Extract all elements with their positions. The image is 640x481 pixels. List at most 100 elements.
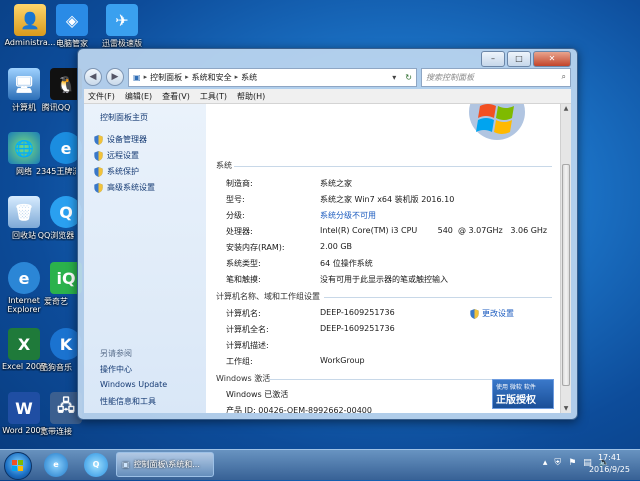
computer-description-row: 计算机描述:: [226, 340, 320, 351]
address-dropdown-icon[interactable]: ▾: [392, 73, 396, 82]
start-button[interactable]: [4, 452, 32, 480]
device-manager-label: 设备管理器: [107, 135, 147, 144]
processor-row: 处理器: Intel(R) Core(TM) i3 CPU 540 @ 3.07…: [226, 226, 547, 237]
workgroup-value: WorkGroup: [320, 356, 365, 365]
model-row: 型号: 系统之家 Win7 x64 装机版 2016.10: [226, 194, 454, 205]
back-button[interactable]: ◀: [84, 68, 102, 86]
shield-tray-icon[interactable]: ⛨: [554, 458, 561, 468]
maximize-button[interactable]: □: [507, 51, 531, 67]
windows-logo-icon: [469, 104, 525, 140]
menu-edit[interactable]: 编辑(E): [125, 91, 152, 102]
address-row: ◀ ▶ ▣ ▸ 控制面板 ▸ 系统和安全 ▸ 系统 ▾ ↻ 搜索控制面板 ⌕: [84, 67, 571, 87]
vertical-scrollbar[interactable]: ▲ ▼: [560, 104, 571, 413]
uac-shield-icon: [94, 166, 103, 177]
model-value: 系统之家 Win7 x64 装机版 2016.10: [320, 195, 455, 204]
address-bar[interactable]: ▣ ▸ 控制面板 ▸ 系统和安全 ▸ 系统 ▾ ↻: [128, 67, 417, 87]
system-section-title: 系统: [216, 161, 232, 170]
search-placeholder: 搜索控制面板: [426, 72, 474, 82]
processor-label: 处理器:: [226, 227, 253, 236]
taskbar-control-panel-task[interactable]: ▣ 控制面板\系统和...: [116, 452, 214, 477]
back-arrow-icon: ◀: [89, 72, 97, 82]
breadcrumb-system[interactable]: 系统: [241, 72, 257, 83]
control-panel-icon: ▣: [122, 460, 130, 469]
bird-icon: ✈: [106, 4, 138, 36]
computer-description-label: 计算机描述:: [226, 341, 269, 350]
device-manager-link[interactable]: 设备管理器: [94, 134, 147, 145]
forward-button[interactable]: ▶: [106, 68, 124, 86]
breadcrumb-control-panel[interactable]: 控制面板: [150, 72, 182, 83]
left-pane: 控制面板主页 设备管理器 远程设置 系统保护 高级系统设置 另请参阅 操作中心 …: [84, 104, 206, 413]
ie-icon: e: [53, 460, 59, 469]
taskbar-qq-browser-pin[interactable]: Q: [84, 453, 108, 477]
section-divider: [324, 297, 552, 298]
breadcrumb-system-security[interactable]: 系统和安全: [192, 72, 232, 83]
window-content: 控制面板主页 设备管理器 远程设置 系统保护 高级系统设置 另请参阅 操作中心 …: [84, 104, 571, 413]
rating-link[interactable]: 系统分级不可用: [320, 210, 376, 221]
remote-settings-label: 远程设置: [107, 151, 139, 160]
menu-tools[interactable]: 工具(T): [200, 91, 227, 102]
breadcrumb-separator: ▸: [234, 73, 239, 81]
search-input[interactable]: 搜索控制面板 ⌕: [421, 67, 571, 87]
scrollbar-thumb[interactable]: [562, 164, 570, 386]
full-computer-name-value: DEEP-1609251736: [320, 324, 395, 333]
desktop-icon-label: 酷狗音乐: [40, 363, 72, 372]
activation-status: Windows 已激活: [226, 390, 289, 399]
minimize-button[interactable]: –: [481, 51, 505, 67]
forward-arrow-icon: ▶: [111, 72, 119, 82]
refresh-icon[interactable]: ↻: [405, 73, 412, 82]
desktop-icon-xunlei[interactable]: ✈ 迅雷极速版: [92, 4, 152, 49]
menu-help[interactable]: 帮助(H): [237, 91, 265, 102]
show-hidden-icons-icon[interactable]: ▴: [543, 458, 548, 468]
ram-row: 安装内存(RAM): 2.00 GB: [226, 242, 352, 253]
manufacturer-label: 制造商:: [226, 179, 253, 188]
windows-flag-icon: [12, 460, 23, 471]
close-button[interactable]: ✕: [533, 51, 571, 67]
system-protection-link[interactable]: 系统保护: [94, 166, 139, 177]
desktop-icon-label: 宽带连接: [40, 427, 72, 436]
remote-settings-link[interactable]: 远程设置: [94, 150, 139, 161]
windows-update-link[interactable]: Windows Update: [100, 380, 167, 389]
system-type-value: 64 位操作系统: [320, 259, 373, 268]
performance-info-link[interactable]: 性能信息和工具: [100, 396, 156, 407]
clock[interactable]: 17:41 2016/9/25: [589, 452, 630, 476]
advanced-system-settings-link[interactable]: 高级系统设置: [94, 182, 155, 193]
window-controls: – □ ✕: [481, 51, 571, 67]
manufacturer-value: 系统之家: [320, 179, 352, 188]
full-computer-name-row: 计算机全名: DEEP-1609251736: [226, 324, 395, 335]
uac-shield-icon: [470, 308, 479, 319]
computer-name-value: DEEP-1609251736: [320, 308, 395, 317]
uac-shield-icon: [94, 134, 103, 145]
breadcrumb-separator: ▸: [143, 73, 148, 81]
scroll-up-icon[interactable]: ▲: [561, 105, 571, 112]
action-center-flag-icon[interactable]: ⚑: [568, 458, 576, 468]
qq-browser-icon: Q: [92, 460, 100, 469]
system-protection-label: 系统保护: [107, 167, 139, 176]
search-icon: ⌕: [561, 72, 566, 81]
clock-date: 2016/9/25: [588, 465, 630, 474]
menu-file[interactable]: 文件(F): [88, 91, 115, 102]
desktop-icon-label: QQ浏览器: [37, 231, 75, 240]
clock-time: 17:41: [597, 453, 622, 462]
computer-section-title: 计算机名称、域和工作组设置: [216, 292, 320, 301]
taskbar-task-label: 控制面板\系统和...: [133, 460, 200, 469]
rating-row: 分级: 系统分级不可用: [226, 210, 376, 221]
pen-touch-row: 笔和触摸: 没有可用于此显示器的笔或触控输入: [226, 274, 448, 285]
menu-view[interactable]: 查看(V): [162, 91, 190, 102]
change-settings-label: 更改设置: [482, 309, 514, 318]
action-center-link[interactable]: 操作中心: [100, 364, 132, 375]
pen-touch-value: 没有可用于此显示器的笔或触控输入: [320, 275, 448, 284]
processor-value: Intel(R) Core(TM) i3 CPU 540 @ 3.07GHz 3…: [320, 226, 548, 235]
workgroup-row: 工作组: WorkGroup: [226, 356, 365, 367]
control-panel-home-link[interactable]: 控制面板主页: [100, 112, 148, 123]
genuine-microsoft-badge[interactable]: 使用 微软 软件 正版授权: [492, 379, 554, 409]
computer-name-row: 计算机名: DEEP-1609251736: [226, 308, 395, 319]
uac-shield-icon: [94, 182, 103, 193]
pen-touch-label: 笔和触摸:: [226, 275, 261, 284]
main-pane: 系统 制造商: 系统之家 型号: 系统之家 Win7 x64 装机版 2016.…: [206, 104, 560, 413]
manufacturer-row: 制造商: 系统之家: [226, 178, 352, 189]
breadcrumb-separator: ▸: [185, 73, 189, 81]
taskbar-ie-pin[interactable]: e: [44, 453, 68, 477]
rating-label: 分级:: [226, 211, 245, 220]
scroll-down-icon[interactable]: ▼: [561, 405, 571, 412]
change-settings-link[interactable]: 更改设置: [470, 308, 514, 319]
